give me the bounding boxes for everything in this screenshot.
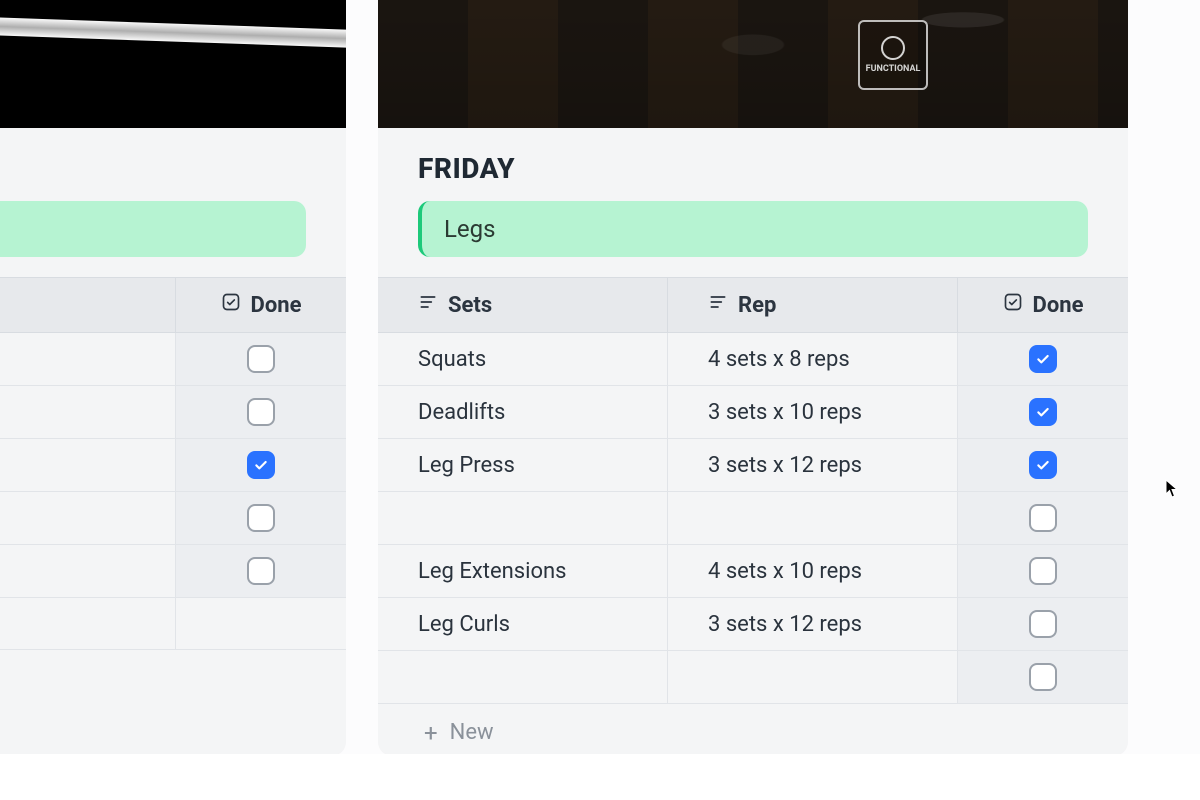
cell-sets[interactable]: Deadlifts [378,386,668,438]
cell-done [958,598,1128,650]
cell-rep[interactable]: 4 sets x 10 reps [668,545,958,597]
table-row: x 10 reps [0,492,346,545]
table-row: x 12 reps [0,545,346,598]
done-checkbox[interactable] [1029,398,1057,426]
done-checkbox[interactable] [1029,610,1057,638]
done-checkbox[interactable] [1029,345,1057,373]
cell-done [958,651,1128,703]
checkbox-icon [221,292,241,318]
cell-rep[interactable] [668,492,958,544]
column-header-done-label: Done [251,293,302,318]
day-title: FRIDAY [418,152,1088,185]
column-header-rep-label: Rep [738,293,776,318]
column-header-done-label: Done [1033,293,1084,318]
column-header-sets[interactable]: Sets [378,278,668,332]
table-row: Leg Extensions 4 sets x 10 reps [378,545,1128,598]
done-checkbox[interactable] [1029,451,1057,479]
cell-sets[interactable]: Leg Extensions [378,545,668,597]
cell-rep[interactable]: x 12 reps [0,545,176,597]
done-checkbox[interactable] [247,398,275,426]
table-row: Leg Press 3 sets x 12 reps [378,439,1128,492]
category-pill-label: Legs [444,215,496,243]
hero-sign-functional: FUNCTIONAL [858,20,928,90]
empty-cell [176,598,346,649]
exercise-table-friday: Sets Rep Done Squats 4 sets x 8 reps [378,277,1128,755]
checkbox-icon [1003,292,1023,318]
done-checkbox[interactable] [1029,557,1057,585]
cell-rep[interactable]: 3 sets x 10 reps [668,386,958,438]
cell-rep[interactable]: 3 sets x 12 reps [668,598,958,650]
hero-sign-label: FUNCTIONAL [866,64,921,74]
cell-rep[interactable]: x 12 reps [0,439,176,491]
category-pill[interactable] [0,201,306,257]
category-pill[interactable]: Legs [418,201,1088,257]
cell-rep[interactable]: x 10 reps [0,386,176,438]
add-new-row[interactable]: + New [378,704,1128,755]
cell-done [176,492,346,544]
exercise-table-left: p Done x 8 reps x 10 reps x 12 reps x 10… [0,277,346,650]
cell-rep[interactable]: 4 sets x 8 reps [668,333,958,385]
cell-rep[interactable]: 3 sets x 12 reps [668,439,958,491]
cell-rep[interactable] [668,651,958,703]
done-checkbox[interactable] [1029,504,1057,532]
table-row: Leg Curls 3 sets x 12 reps [378,598,1128,651]
add-new-label: New [450,720,494,745]
cell-done [176,439,346,491]
table-header: Sets Rep Done [378,277,1128,333]
day-card-friday: EN FUNCTIONAL FRIDAY Legs Sets [378,0,1128,755]
column-header-sets-label: Sets [448,293,492,318]
table-row: x 12 reps [0,439,346,492]
cell-done [958,492,1128,544]
cell-done [958,386,1128,438]
empty-cell[interactable] [0,598,176,649]
table-header: p Done [0,277,346,333]
column-header-done[interactable]: Done [176,278,346,332]
done-checkbox[interactable] [247,451,275,479]
text-column-icon [418,292,438,318]
cell-done [958,333,1128,385]
column-header-rep[interactable]: p [0,278,176,332]
done-checkbox[interactable] [1029,663,1057,691]
day-card-left: X p Done x 8 reps x 10 reps [0,0,346,755]
table-row: x 8 reps [0,333,346,386]
column-header-done[interactable]: Done [958,278,1128,332]
table-row: Squats 4 sets x 8 reps [378,333,1128,386]
cell-sets[interactable]: Leg Curls [378,598,668,650]
cell-sets[interactable] [378,651,668,703]
done-checkbox[interactable] [247,504,275,532]
cell-done [958,439,1128,491]
hero-image-barbell [0,0,346,128]
table-row [378,492,1128,545]
table-row: x 10 reps [0,386,346,439]
hero-image-gym: EN FUNCTIONAL [378,0,1128,128]
text-column-icon [708,292,728,318]
done-checkbox[interactable] [247,557,275,585]
table-row [378,651,1128,704]
cell-sets[interactable]: Squats [378,333,668,385]
cell-done [958,545,1128,597]
cell-done [176,333,346,385]
mouse-cursor-icon [1165,479,1179,499]
cell-rep[interactable]: x 8 reps [0,333,176,385]
plus-icon: + [424,721,438,745]
done-checkbox[interactable] [247,345,275,373]
cell-rep[interactable]: x 10 reps [0,492,176,544]
hero-text-fragment: EN [1054,0,1128,1]
column-header-rep[interactable]: Rep [668,278,958,332]
table-row: Deadlifts 3 sets x 10 reps [378,386,1128,439]
cell-done [176,386,346,438]
cell-done [176,545,346,597]
bottom-whitespace [0,754,1200,800]
cell-sets[interactable] [378,492,668,544]
cell-sets[interactable]: Leg Press [378,439,668,491]
